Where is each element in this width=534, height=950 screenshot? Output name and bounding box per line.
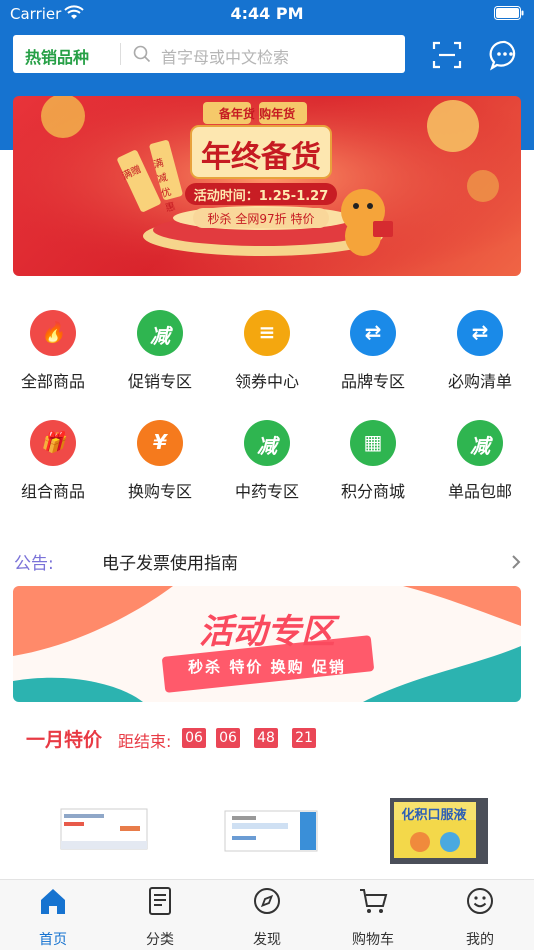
- tab-label: 首页: [39, 932, 67, 948]
- product-image[interactable]: [60, 808, 148, 850]
- grid-item[interactable]: ≡ 领券中心: [217, 290, 317, 391]
- grid-item-label: 必购清单: [447, 372, 512, 391]
- tab-home[interactable]: 首页: [0, 880, 106, 950]
- search-divider: [120, 43, 121, 65]
- banner-offer: 秒杀 全网97折 特价: [207, 212, 315, 226]
- special-title: 一月特价: [26, 729, 103, 751]
- promo-banner[interactable]: 备年货 购年货 年终备货 活动时间：1.25-1.27 秒杀 全网97折 特价 …: [13, 96, 521, 276]
- tab-label: 分类: [146, 932, 174, 948]
- product-label: 化积口服液: [401, 808, 467, 823]
- ticket-icon: ¥: [137, 420, 183, 466]
- notice-bar[interactable]: 公告: 电子发票使用指南: [0, 545, 534, 577]
- category-grid: 🔥 全部商品减促销专区 ≡ 领券中心 ⇄ 品牌专区 ⇄ 必购清单 🎁 组合商品 ¥ 换购专区减中药专区…: [0, 290, 534, 820]
- product-row: 化积口服液: [0, 790, 534, 870]
- battery-icon: [494, 6, 524, 20]
- notice-title: 公告:: [14, 554, 54, 574]
- gift-icon: 🎁: [30, 420, 76, 466]
- coin-icon: ≡: [244, 310, 290, 356]
- tab-discover[interactable]: 发现: [214, 880, 320, 950]
- exchange-icon: ⇄: [350, 310, 396, 356]
- notice-text[interactable]: 电子发票使用指南: [102, 549, 238, 574]
- grid-item-label: 促销专区: [127, 372, 192, 391]
- grid-item-label: 全部商品: [20, 372, 85, 391]
- countdown-minutes: 48: [254, 728, 278, 748]
- grid-item[interactable]: ▦ 积分商城: [323, 400, 423, 501]
- exchange-icon: ⇄: [457, 310, 503, 356]
- icon-glyph: ⇄: [471, 320, 489, 344]
- search-input[interactable]: 首字母或中文检索: [161, 44, 289, 68]
- hot-products-label[interactable]: 热销品种: [25, 44, 89, 68]
- activity-subtitle: 秒杀 特价 换购 促销: [188, 658, 346, 676]
- status-bar: Carrier 4:44 PM: [0, 0, 534, 30]
- grid-item[interactable]: ⇄ 必购清单: [430, 290, 530, 391]
- search-bar[interactable]: 热销品种 首字母或中文检索: [13, 35, 405, 73]
- grid-item-label: 品牌专区: [340, 372, 405, 391]
- discount-icon: 减: [457, 420, 503, 466]
- icon-glyph: 🎁: [40, 430, 66, 454]
- activity-banner[interactable]: 活动专区 秒杀 特价 换购 促销: [13, 586, 521, 702]
- grid-item[interactable]: 🎁 组合商品: [3, 400, 103, 501]
- grid-item[interactable]: ¥ 换购专区: [110, 400, 210, 501]
- cart-icon: [360, 889, 388, 913]
- tab-cart[interactable]: 购物车: [320, 880, 426, 950]
- activity-title: 活动专区: [199, 612, 335, 652]
- tab-label: 我的: [466, 932, 494, 948]
- discount-icon: 减: [244, 420, 290, 466]
- countdown-seconds: 21: [292, 728, 316, 748]
- grid-item-label: 单品包邮: [447, 482, 512, 501]
- product-image[interactable]: [224, 810, 318, 852]
- icon-glyph: ⇄: [364, 320, 382, 344]
- chevron-right-icon[interactable]: [510, 554, 522, 570]
- icon-glyph: 减: [470, 434, 490, 458]
- list-icon: [149, 887, 171, 915]
- grid-item-label: 领券中心: [234, 372, 299, 391]
- icon-glyph: 🔥: [40, 320, 66, 344]
- header: Carrier 4:44 PM 热销品种 首字母或中文检索 备年货 购年货 年终…: [0, 0, 534, 290]
- banner-top-tags: 备年货 购年货: [218, 107, 296, 121]
- smile-icon: [467, 888, 493, 914]
- grid-item-label: 换购专区: [127, 482, 192, 501]
- icon-glyph: 减: [150, 324, 170, 348]
- tab-profile[interactable]: 我的: [427, 880, 533, 950]
- home-icon: [41, 889, 65, 914]
- grid-item-label: 中药专区: [234, 482, 299, 501]
- message-icon[interactable]: [489, 39, 521, 71]
- icon-glyph: ≡: [258, 320, 276, 344]
- icon-glyph: 减: [257, 434, 277, 458]
- grid-item[interactable]: ⇄ 品牌专区: [323, 290, 423, 391]
- grid-item-label: 组合商品: [20, 482, 85, 501]
- grid-item-label: 积分商城: [340, 482, 405, 501]
- tab-label: 购物车: [352, 932, 394, 948]
- icon-glyph: ▦: [363, 430, 383, 454]
- icon-glyph: ¥: [153, 430, 167, 454]
- grid-item[interactable]: 减单品包邮: [430, 400, 530, 501]
- search-icon: [133, 45, 151, 63]
- fire-icon: 🔥: [30, 310, 76, 356]
- grid-item[interactable]: 减促销专区: [110, 290, 210, 391]
- countdown-label: 距结束:: [118, 732, 172, 751]
- grid-item[interactable]: 减中药专区: [217, 400, 317, 501]
- banner-date: 活动时间：1.25-1.27: [193, 189, 329, 204]
- discount-icon: 减: [137, 310, 183, 356]
- special-section: 一月特价 距结束: 06 06 48 21: [0, 720, 534, 760]
- tab-label: 发现: [253, 932, 281, 948]
- tab-category[interactable]: 分类: [107, 880, 213, 950]
- countdown-days: 06: [182, 728, 206, 748]
- scan-icon[interactable]: [432, 40, 462, 70]
- grid-icon: ▦: [350, 420, 396, 466]
- grid-item[interactable]: 🔥 全部商品: [3, 290, 103, 391]
- countdown-hours: 06: [216, 728, 240, 748]
- banner-title: 年终备货: [201, 140, 321, 175]
- clock: 4:44 PM: [230, 4, 304, 23]
- tab-bar: 首页 分类 发现 购物车 我的: [0, 879, 534, 950]
- compass-icon: [254, 888, 280, 914]
